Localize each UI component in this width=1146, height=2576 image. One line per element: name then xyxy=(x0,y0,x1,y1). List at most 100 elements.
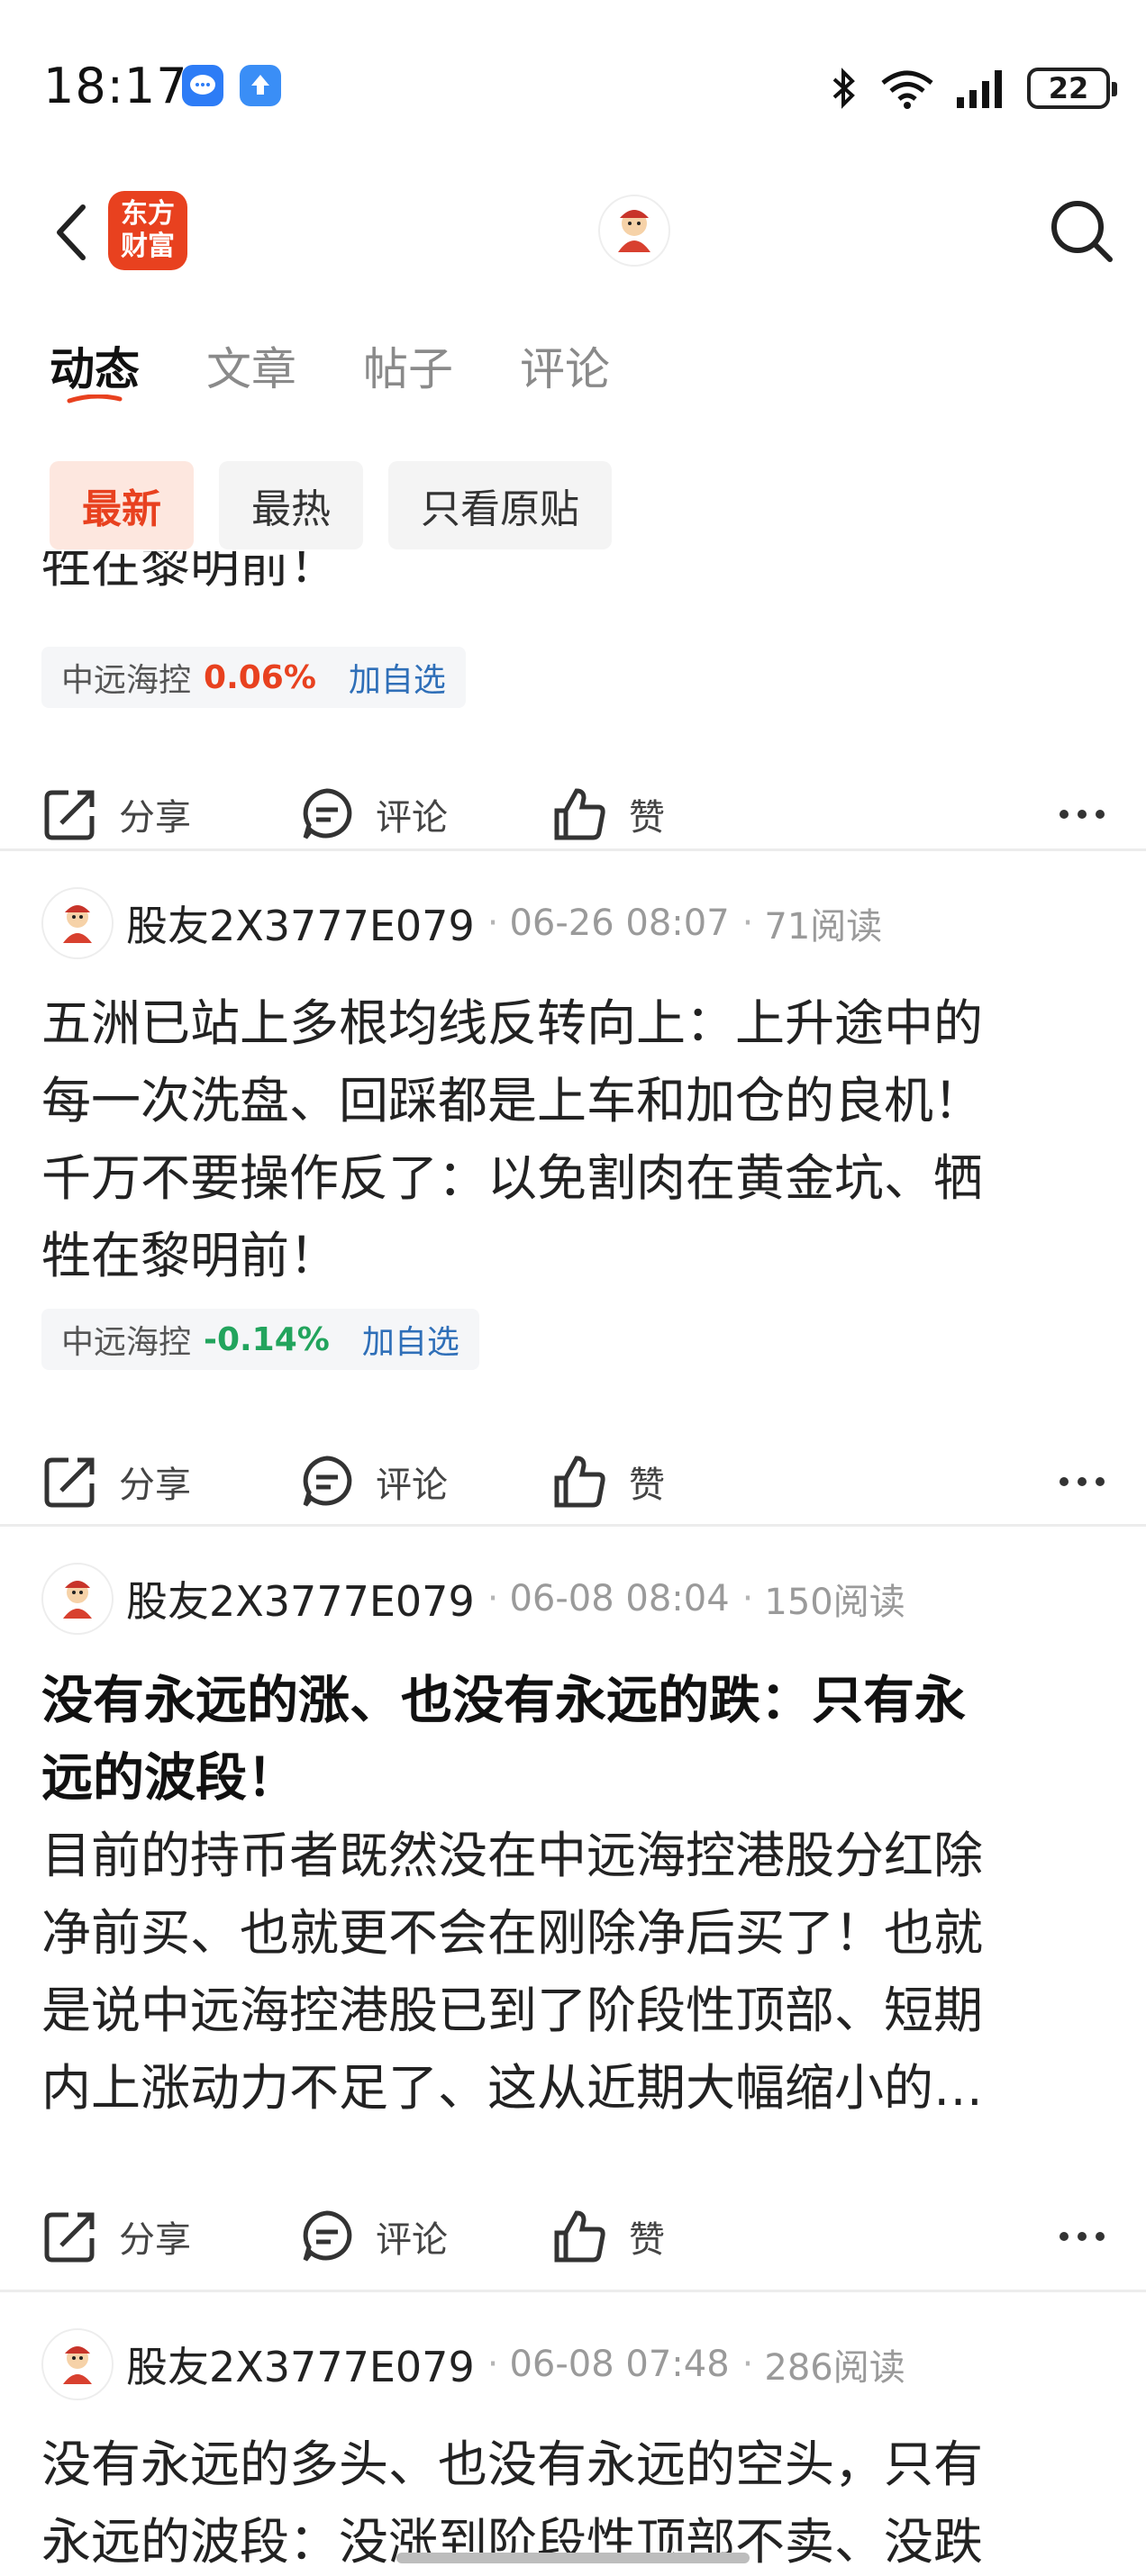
meta-separator: · xyxy=(741,2344,754,2385)
share-button[interactable]: 分享 xyxy=(41,1446,191,1518)
author-avatar[interactable] xyxy=(41,2328,114,2400)
read-count: 71阅读 xyxy=(764,906,883,948)
comment-button[interactable]: 评论 xyxy=(298,2200,448,2272)
comment-label: 评论 xyxy=(376,2219,448,2261)
chat-bubble-icon xyxy=(182,65,223,106)
post-date: 06-08 07:48 xyxy=(509,2344,730,2385)
meta-separator: · xyxy=(741,903,754,944)
thumbs-up-icon xyxy=(554,2210,605,2263)
post-title[interactable]: 没有永远的涨、也没有永远的跌：只有永 远的波段！ xyxy=(41,1662,1105,1817)
more-icon[interactable] xyxy=(1060,1446,1105,1518)
action-row: 分享 评论 赞 xyxy=(41,778,1105,850)
author-row: 股友2X3777E079 · 06-08 08:04 · 150阅读 xyxy=(41,1563,905,1635)
read-count: 286阅读 xyxy=(764,2347,905,2389)
post-card[interactable]: 牲在黎明前！ 中远海控 0.06% 加自选 分享 评论 赞 xyxy=(0,551,1146,848)
battery-icon: 22 xyxy=(1027,68,1117,109)
more-icon[interactable] xyxy=(1060,778,1105,850)
avatar-icon xyxy=(63,2346,92,2384)
post-card[interactable]: 股友2X3777E079 · 06-08 07:48 · 286阅读 没有永远的… xyxy=(0,2292,1146,2576)
tab-active-indicator xyxy=(67,395,123,404)
filter-hottest[interactable]: 最热 xyxy=(219,461,363,549)
author-avatar[interactable] xyxy=(41,1563,114,1635)
comment-button[interactable]: 评论 xyxy=(298,1446,448,1518)
meta-separator: · xyxy=(487,2344,499,2385)
like-label: 赞 xyxy=(629,2219,665,2261)
stock-tag[interactable]: 中远海控 0.06% 加自选 xyxy=(41,647,466,708)
post-text-line: 每一次洗盘、回踩都是上车和加仓的良机！ xyxy=(41,1072,984,1129)
author-avatar[interactable] xyxy=(41,887,114,959)
post-text-line: 永远的波段：没涨到阶段性顶部不卖、没跌 xyxy=(41,2513,984,2571)
share-button[interactable]: 分享 xyxy=(41,778,191,850)
status-bar: 18:17 22 xyxy=(0,0,1146,171)
share-icon xyxy=(44,790,95,840)
post-body[interactable]: 五洲已站上多根均线反转向上：上升途中的 每一次洗盘、回踩都是上车和加仓的良机！ … xyxy=(41,984,1105,1294)
tab-posts[interactable]: 帖子 xyxy=(363,333,453,398)
comment-label: 评论 xyxy=(376,797,448,839)
like-button[interactable]: 赞 xyxy=(551,778,665,850)
share-icon xyxy=(44,1457,95,1508)
stock-change: -0.14% xyxy=(204,1320,330,1358)
tab-comments[interactable]: 评论 xyxy=(520,333,610,398)
like-button[interactable]: 赞 xyxy=(551,1446,665,1518)
filter-bar: 最新 最热 只看原贴 xyxy=(50,461,612,549)
search-icon[interactable] xyxy=(1045,195,1117,267)
read-count: 150阅读 xyxy=(764,1582,905,1623)
post-text-line: 目前的持币者既然没在中远海控港股分红除 xyxy=(41,1827,984,1884)
status-time: 18:17 xyxy=(43,58,188,114)
post-text-line: 内上涨动力不足了、这从近期大幅缩小的… xyxy=(41,2059,984,2117)
back-icon[interactable] xyxy=(45,196,108,268)
author-name[interactable]: 股友2X3777E079 xyxy=(126,893,475,953)
status-icons: 22 xyxy=(829,61,1117,115)
comment-icon xyxy=(303,2210,352,2262)
add-watchlist-button[interactable]: 加自选 xyxy=(362,1316,459,1363)
post-card[interactable]: 股友2X3777E079 · 06-08 08:04 · 150阅读 没有永远的… xyxy=(0,1527,1146,2290)
post-text-line: 牲在黎明前！ xyxy=(41,1227,340,1284)
brand-logo[interactable]: 东方财富 xyxy=(108,191,187,270)
home-indicator[interactable] xyxy=(396,2553,750,2563)
tab-articles[interactable]: 文章 xyxy=(206,333,296,398)
add-watchlist-button[interactable]: 加自选 xyxy=(349,654,446,701)
like-label: 赞 xyxy=(629,797,665,839)
tab-bar: 动态 文章 帖子 评论 xyxy=(50,333,610,404)
share-label: 分享 xyxy=(119,1465,191,1506)
post-text-line: 净前买、也就更不会在刚除净后买了！也就 xyxy=(41,1904,984,1962)
filter-original-only[interactable]: 只看原贴 xyxy=(388,461,612,549)
post-date: 06-08 08:04 xyxy=(509,1578,730,1619)
action-row: 分享 评论 赞 xyxy=(41,1446,1105,1518)
meta-separator: · xyxy=(741,1578,754,1619)
author-name[interactable]: 股友2X3777E079 xyxy=(126,1569,475,1628)
avatar-icon[interactable] xyxy=(598,195,670,267)
battery-level: 22 xyxy=(1048,71,1089,105)
avatar-icon xyxy=(63,1581,92,1619)
like-button[interactable]: 赞 xyxy=(551,2200,665,2272)
upload-icon xyxy=(240,65,281,106)
tab-dynamics[interactable]: 动态 xyxy=(50,333,140,404)
tab-label: 文章 xyxy=(206,343,296,395)
tab-label: 动态 xyxy=(50,343,140,395)
post-title-line: 远的波段！ xyxy=(41,1748,298,1808)
meta-separator: · xyxy=(487,903,499,944)
comment-button[interactable]: 评论 xyxy=(298,778,448,850)
tab-label: 评论 xyxy=(520,343,610,395)
tab-label: 帖子 xyxy=(363,343,453,395)
share-label: 分享 xyxy=(119,2219,191,2261)
comment-icon xyxy=(303,788,352,839)
post-body[interactable]: 目前的持币者既然没在中远海控港股分红除 净前买、也就更不会在刚除净后买了！也就 … xyxy=(41,1817,1105,2127)
stock-name: 中远海控 xyxy=(61,662,192,699)
post-card[interactable]: 股友2X3777E079 · 06-26 08:07 · 71阅读 五洲已站上多… xyxy=(0,851,1146,1524)
filter-latest[interactable]: 最新 xyxy=(50,461,194,549)
stock-name: 中远海控 xyxy=(61,1324,192,1361)
post-title-line: 没有永远的涨、也没有永远的跌：只有永 xyxy=(41,1671,966,1730)
post-body: 牲在黎明前！ xyxy=(41,551,1105,603)
thumbs-up-icon xyxy=(554,788,605,840)
more-icon[interactable] xyxy=(1060,2200,1105,2272)
bluetooth-icon xyxy=(832,68,855,109)
comment-label: 评论 xyxy=(376,1465,448,1506)
brand-logo-text: 东方财富 xyxy=(121,198,175,262)
comment-icon xyxy=(303,1456,352,1507)
share-button[interactable]: 分享 xyxy=(41,2200,191,2272)
post-text-line: 五洲已站上多根均线反转向上：上升途中的 xyxy=(41,994,984,1052)
author-name[interactable]: 股友2X3777E079 xyxy=(126,2335,475,2394)
stock-tag[interactable]: 中远海控 -0.14% 加自选 xyxy=(41,1309,479,1370)
wifi-icon xyxy=(881,70,933,109)
